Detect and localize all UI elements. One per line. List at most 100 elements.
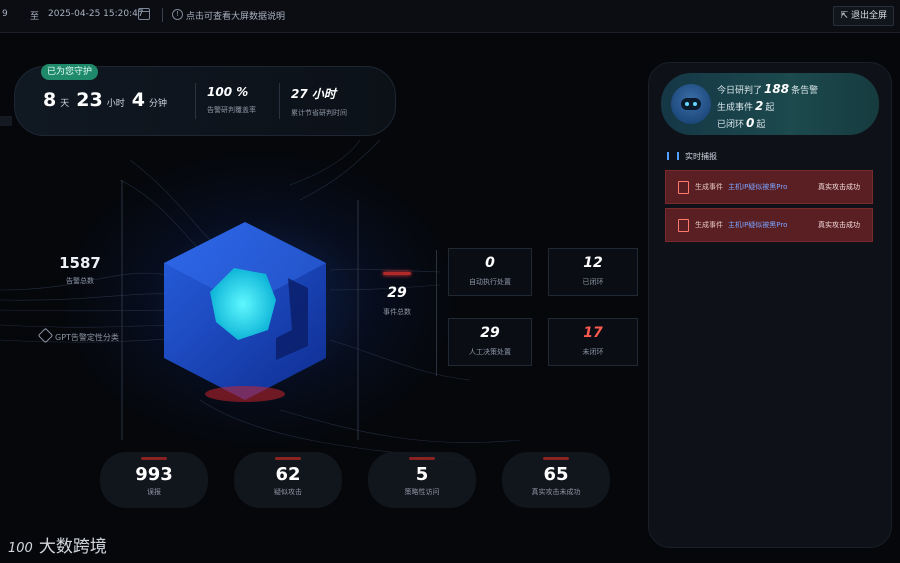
closed-value: 12 (583, 255, 603, 271)
indicator-bar (275, 457, 301, 460)
manual-decision-label: 人工决策处置 (469, 348, 511, 356)
open-label: 未闭环 (582, 348, 604, 356)
exit-fullscreen-label: 退出全屏 (850, 11, 887, 21)
event-total-value: 29 (387, 285, 407, 301)
robot-avatar-icon (671, 84, 711, 124)
document-icon (678, 219, 689, 232)
right-panel: 今日研判了 188 条告警 生成事件 2 起 已闭环 0 起 实时捕报 生成事件 主机IP疑… (648, 62, 892, 548)
alert-total-value: 1587 (59, 254, 101, 272)
false-positive-value: 993 (135, 464, 173, 485)
hours-unit: 小时 (106, 99, 125, 109)
feed-item[interactable]: 生成事件 主机IP疑似被黑Pro 真实攻击成功 (665, 170, 873, 204)
suspected-attack-label: 疑似攻击 (274, 488, 302, 496)
indicator-bar (141, 457, 167, 460)
auto-disposal-label: 自动执行处置 (469, 278, 511, 286)
feed-item[interactable]: 生成事件 主机IP疑似被黑Pro 真实攻击成功 (665, 208, 873, 242)
feed-title: 实时捕报 (667, 151, 717, 162)
watermark-mark: 100 (8, 541, 33, 556)
collapse-icon: ⇱ (840, 11, 848, 21)
days-unit: 天 (60, 99, 70, 109)
closed-box: 12 已闭环 (548, 248, 638, 296)
alert-total-stat: 1587 告警总数 (58, 254, 102, 286)
date-range-separator: 至 (30, 12, 40, 22)
feed-item-type: 生成事件 (695, 221, 723, 229)
hint-link[interactable]: 点击可查看大屏数据说明 (186, 9, 285, 22)
divider (279, 83, 280, 119)
guard-minutes: 4 (131, 89, 145, 111)
guard-days: 8 (43, 89, 57, 111)
events-count: 2 (755, 99, 764, 113)
top-toolbar: 9 至 2025-04-25 15:20:47 ! 点击可查看大屏数据说明 ⇱ 退… (0, 0, 900, 33)
minutes-unit: 分钟 (148, 99, 167, 109)
gpt-label: GPT告警定性分类 (55, 333, 119, 342)
feed-title-label: 实时捕报 (685, 152, 717, 161)
guard-hours: 23 (76, 89, 103, 111)
end-date-input[interactable]: 2025-04-25 15:20:47 (48, 9, 144, 19)
event-total-label: 事件总数 (383, 308, 411, 316)
gpt-classification: GPT告警定性分类 (37, 327, 119, 344)
summary-line-closed: 已闭环 0 起 (717, 116, 765, 130)
feed-item-link[interactable]: 主机IP疑似被黑Pro (728, 182, 787, 192)
suspected-attack-stat: 62 疑似攻击 (234, 452, 342, 508)
feed-item-status: 真实攻击成功 (818, 221, 860, 229)
side-tab-handle[interactable] (0, 116, 12, 126)
indicator-bar (543, 457, 569, 460)
exit-fullscreen-button[interactable]: ⇱ 退出全屏 (833, 6, 894, 26)
saved-time-stat: 27 小时 累计节省研判时间 (291, 85, 347, 118)
gpt-icon (37, 327, 54, 344)
summary-text: 已闭环 (717, 120, 745, 130)
daily-summary-card: 今日研判了 188 条告警 生成事件 2 起 已闭环 0 起 (661, 73, 879, 135)
watermark-logo: 100 大数跨境 (8, 532, 107, 557)
document-icon (678, 181, 689, 194)
saved-time-value: 27 小时 (291, 87, 336, 101)
suspected-attack-value: 62 (275, 464, 301, 485)
manual-decision-value: 29 (480, 325, 500, 341)
false-positive-stat: 993 误报 (100, 452, 208, 508)
attack-failed-label: 真实攻击未成功 (531, 488, 581, 496)
false-positive-label: 误报 (147, 488, 161, 496)
coverage-stat: 100 % 告警研判覆盖率 (207, 85, 256, 115)
feed-icon (667, 152, 679, 160)
manual-decision-box: 29 人工决策处置 (448, 318, 532, 366)
cube-core-graphic (164, 222, 326, 402)
indicator-bar (383, 272, 411, 275)
auto-disposal-box: 0 自动执行处置 (448, 248, 532, 296)
summary-text: 条告警 (791, 86, 819, 96)
calendar-icon[interactable] (138, 8, 150, 20)
alert-total-label: 告警总数 (66, 277, 94, 285)
closed-label: 已闭环 (582, 278, 604, 286)
policy-access-stat: 5 策略性访问 (368, 452, 476, 508)
summary-text: 起 (765, 103, 775, 113)
analyzed-count: 188 (764, 82, 790, 96)
attack-failed-stat: 65 真实攻击未成功 (502, 452, 610, 508)
summary-text: 起 (756, 120, 766, 130)
divider (162, 8, 163, 22)
divider (436, 250, 437, 376)
info-icon[interactable]: ! (172, 9, 183, 20)
start-date-fragment[interactable]: 9 (2, 9, 8, 19)
guard-duration-card: 已为您守护 8 天 23 小时 4 分钟 100 % 告警研判覆盖率 27 小时 累计节省… (14, 64, 396, 136)
open-box: 17 未闭环 (548, 318, 638, 366)
feed-item-type: 生成事件 (695, 183, 723, 191)
coverage-label: 告警研判覆盖率 (207, 106, 256, 114)
saved-time-label: 累计节省研判时间 (291, 109, 347, 117)
guard-badge: 已为您守护 (41, 64, 99, 80)
closed-count: 0 (746, 116, 755, 130)
watermark-text: 大数跨境 (38, 537, 107, 557)
divider (195, 83, 196, 119)
summary-line-analyzed: 今日研判了 188 条告警 (717, 82, 818, 96)
summary-text: 生成事件 (717, 103, 754, 113)
feed-item-link[interactable]: 主机IP疑似被黑Pro (728, 220, 787, 230)
event-total-stat: 29 事件总数 (374, 272, 420, 317)
attack-failed-value: 65 (543, 464, 569, 485)
policy-access-value: 5 (415, 464, 429, 485)
coverage-value: 100 % (207, 85, 249, 99)
feed-item-status: 真实攻击成功 (818, 183, 860, 191)
policy-access-label: 策略性访问 (404, 488, 440, 496)
guard-duration: 8 天 23 小时 4 分钟 (43, 89, 174, 111)
auto-disposal-value: 0 (485, 255, 495, 271)
summary-line-events: 生成事件 2 起 (717, 99, 774, 113)
summary-text: 今日研判了 (717, 86, 763, 96)
indicator-bar (409, 457, 435, 460)
open-value: 17 (583, 325, 603, 341)
